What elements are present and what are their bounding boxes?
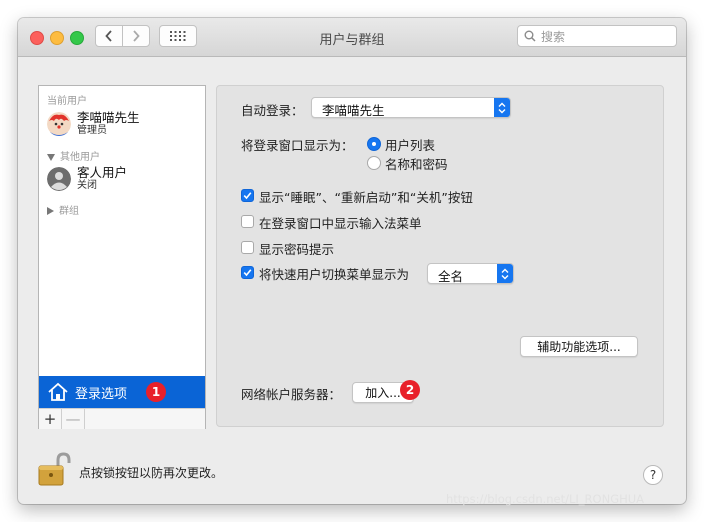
sidebar-item-current-user[interactable]: 李喵喵先生 管理员: [47, 110, 140, 137]
updown-arrows-icon: [494, 98, 510, 117]
checkbox-sleep-restart[interactable]: [241, 189, 254, 202]
annotation-badge-2: 2: [400, 380, 420, 400]
checkbox-input-menu-label: 在登录窗口中显示输入法菜单: [259, 216, 422, 231]
disclosure-down-icon: [47, 153, 55, 161]
unlocked-padlock-icon[interactable]: [38, 452, 72, 486]
updown-arrows-icon: [497, 264, 513, 283]
guest-avatar-icon: [47, 166, 71, 191]
checkmark-icon: [243, 192, 252, 200]
checkbox-fast-switch-label: 将快速用户切换菜单显示为: [259, 267, 410, 282]
checkbox-sleep-restart-label: 显示“睡眠”、“重新启动”和“关机”按钮: [259, 190, 473, 205]
search-input[interactable]: 搜索: [517, 25, 677, 47]
checkbox-fast-switch[interactable]: [241, 266, 254, 279]
watermark-text: https://blog.csdn.net/LI_RONGHUA: [446, 492, 645, 506]
checkbox-password-hints[interactable]: [241, 241, 254, 254]
current-user-role: 管理员: [77, 125, 107, 136]
auto-login-select[interactable]: 李喵喵先生: [311, 97, 511, 118]
title-bar: 用户与群组 搜索: [18, 18, 686, 57]
network-server-label: 网络帐户服务器：: [241, 387, 342, 402]
auto-login-label: 自动登录：: [241, 103, 304, 118]
login-options-label: 登录选项: [75, 386, 128, 402]
checkbox-password-hints-label: 显示密码提示: [259, 242, 335, 257]
radio-user-list[interactable]: [367, 137, 381, 151]
add-user-button[interactable]: +: [39, 409, 62, 429]
search-placeholder: 搜索: [541, 30, 566, 44]
sidebar-item-guest-user[interactable]: 客人用户 关闭: [47, 165, 127, 192]
guest-user-name: 客人用户: [77, 165, 128, 180]
login-options-panel: 自动登录： 李喵喵先生 将登录窗口显示为： 用户列表 名称和密码 显示“睡眠”、…: [216, 85, 664, 427]
preferences-window: 用户与群组 搜索 当前用户 李喵喵先生 管理员 其他用户 客人用户 关闭 群组 …: [18, 18, 686, 504]
current-user-name: 李喵喵先生: [77, 110, 140, 125]
auto-login-value: 李喵喵先生: [322, 103, 385, 118]
disclosure-right-icon: [47, 207, 54, 215]
current-users-header: 当前用户: [47, 96, 87, 107]
checkbox-input-menu[interactable]: [241, 215, 254, 228]
lock-hint-text: 点按锁按钮以防再次更改。: [79, 466, 224, 480]
fast-switch-select[interactable]: 全名: [427, 263, 514, 284]
house-icon: [48, 382, 68, 401]
sidebar-item-login-options[interactable]: 登录选项 1: [39, 376, 205, 408]
annotation-badge-1: 1: [146, 382, 166, 402]
other-users-label: 其他用户: [60, 152, 100, 163]
radio-user-list-label: 用户列表: [385, 138, 436, 153]
other-users-header[interactable]: 其他用户: [47, 148, 100, 163]
search-icon: [524, 30, 536, 42]
user-avatar-icon: [47, 111, 71, 136]
groups-header[interactable]: 群组: [47, 202, 79, 217]
login-window-display-label: 将登录窗口显示为：: [241, 138, 354, 153]
radio-name-password[interactable]: [367, 156, 381, 170]
help-button[interactable]: ?: [643, 465, 663, 485]
groups-label: 群组: [59, 206, 79, 217]
accessibility-options-button[interactable]: 辅助功能选项...: [520, 336, 638, 357]
remove-user-button[interactable]: —: [62, 409, 85, 429]
users-sidebar: 当前用户 李喵喵先生 管理员 其他用户 客人用户 关闭 群组 登录选项 1 + …: [38, 85, 206, 429]
fast-switch-value: 全名: [438, 269, 464, 284]
sidebar-toolbar: + —: [39, 408, 205, 429]
radio-name-password-label: 名称和密码: [385, 157, 448, 172]
checkmark-icon: [243, 269, 252, 277]
guest-user-role: 关闭: [77, 180, 97, 191]
